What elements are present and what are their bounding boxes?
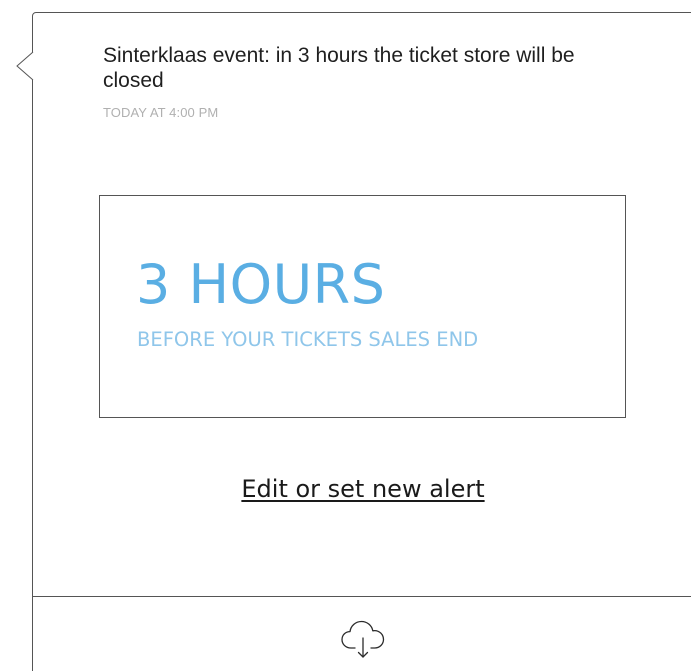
download-button[interactable] [335, 613, 391, 663]
alert-box: 3 HOURS BEFORE YOUR TICKETS SALES END [99, 195, 626, 418]
speech-bubble-pointer [16, 52, 48, 80]
notification-title: Sinterklaas event: in 3 hours the ticket… [103, 44, 575, 92]
footer-divider [33, 596, 691, 597]
alert-subline: BEFORE YOUR TICKETS SALES END [137, 328, 479, 351]
cloud-download-icon [341, 620, 385, 658]
edit-alert-link[interactable]: Edit or set new alert [33, 475, 691, 503]
notification-timestamp: TODAY AT 4:00 PM [103, 105, 219, 120]
notification-card: Sinterklaas event: in 3 hours the ticket… [32, 12, 691, 671]
alert-headline: 3 HOURS [136, 253, 386, 316]
